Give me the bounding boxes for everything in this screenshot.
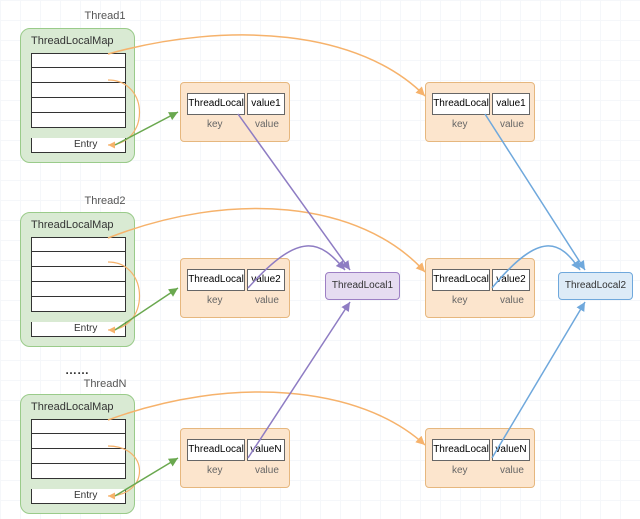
- thread2-map-label: ThreadLocalMap: [31, 219, 114, 231]
- entry-right-1: ThreadLocal value1 key value: [425, 82, 535, 142]
- entry-left-n-key: ThreadLocal: [187, 439, 245, 461]
- thread1-entry: Entry: [31, 138, 126, 153]
- thread1-box: ThreadLocalMap Entry: [20, 28, 135, 163]
- thread1-row: [31, 53, 126, 68]
- value-label: value: [255, 119, 279, 130]
- entry-left-2-key: ThreadLocal: [187, 269, 245, 291]
- entry-right-2-val: value2: [492, 269, 530, 291]
- thread1-row: [31, 113, 126, 128]
- thread2-entry: Entry: [31, 322, 126, 337]
- thread2-title: Thread2: [55, 195, 155, 207]
- thread2-row: [31, 267, 126, 282]
- thread2-row: [31, 282, 126, 297]
- entry-right-n-val: valueN: [492, 439, 530, 461]
- thread1-map-label: ThreadLocalMap: [31, 35, 114, 47]
- entry-left-n-val: valueN: [247, 439, 285, 461]
- threadlocal2: ThreadLocal2: [558, 272, 633, 300]
- value-label: value: [255, 465, 279, 476]
- key-label: key: [207, 295, 223, 306]
- thread1-row: [31, 68, 126, 83]
- key-label: key: [207, 465, 223, 476]
- threadlocal1: ThreadLocal1: [325, 272, 400, 300]
- thread2-row: [31, 252, 126, 267]
- ellipsis: ……: [65, 363, 89, 377]
- entry-left-2: ThreadLocal value2 key value: [180, 258, 290, 318]
- key-label: key: [452, 119, 468, 130]
- entry-left-n: ThreadLocal valueN key value: [180, 428, 290, 488]
- entry-right-2-key: ThreadLocal: [432, 269, 490, 291]
- thread1-title: Thread1: [55, 10, 155, 22]
- value-label: value: [255, 295, 279, 306]
- thread2-row: [31, 297, 126, 312]
- threadn-row: [31, 449, 126, 464]
- thread2-box: ThreadLocalMap Entry: [20, 212, 135, 347]
- threadn-box: ThreadLocalMap Entry: [20, 394, 135, 514]
- value-label: value: [500, 295, 524, 306]
- thread2-row: [31, 237, 126, 252]
- entry-left-1: ThreadLocal value1 key value: [180, 82, 290, 142]
- value-label: value: [500, 465, 524, 476]
- threadn-title: ThreadN: [55, 378, 155, 390]
- threadn-row: [31, 434, 126, 449]
- diagram-canvas: Thread1 Thread2 …… ThreadN ThreadLocalMa…: [0, 0, 640, 519]
- value-label: value: [500, 119, 524, 130]
- key-label: key: [452, 465, 468, 476]
- entry-left-2-val: value2: [247, 269, 285, 291]
- entry-right-1-val: value1: [492, 93, 530, 115]
- key-label: key: [207, 119, 223, 130]
- threadn-row: [31, 419, 126, 434]
- entry-right-n: ThreadLocal valueN key value: [425, 428, 535, 488]
- entry-right-n-key: ThreadLocal: [432, 439, 490, 461]
- threadn-entry: Entry: [31, 489, 126, 504]
- key-label: key: [452, 295, 468, 306]
- threadn-map-label: ThreadLocalMap: [31, 401, 114, 413]
- entry-left-1-key: ThreadLocal: [187, 93, 245, 115]
- thread1-row: [31, 83, 126, 98]
- entry-right-2: ThreadLocal value2 key value: [425, 258, 535, 318]
- thread1-row: [31, 98, 126, 113]
- entry-left-1-val: value1: [247, 93, 285, 115]
- entry-right-1-key: ThreadLocal: [432, 93, 490, 115]
- threadn-row: [31, 464, 126, 479]
